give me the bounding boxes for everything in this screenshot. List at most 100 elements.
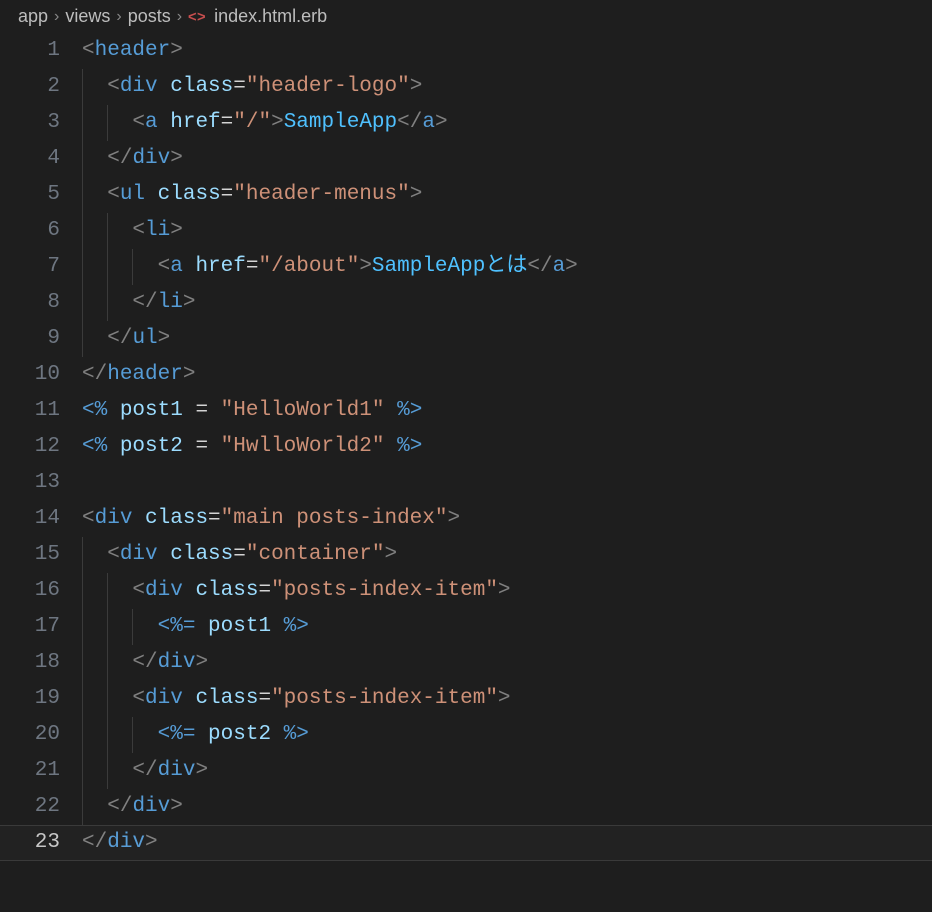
tok: </ — [107, 795, 132, 818]
tok: > — [410, 183, 423, 206]
line-number: 8 — [0, 285, 60, 321]
tok: > — [448, 507, 461, 530]
code-line[interactable]: </header> — [82, 357, 932, 393]
tok — [195, 615, 208, 638]
tok: < — [132, 219, 145, 242]
tok: href — [195, 255, 245, 278]
tok: class — [170, 75, 233, 98]
tok: "header-menus" — [233, 183, 409, 206]
tok — [107, 399, 120, 422]
line-number: 1 — [0, 33, 60, 69]
line-number: 19 — [0, 681, 60, 717]
line-number: 10 — [0, 357, 60, 393]
tok: = — [221, 111, 234, 134]
tok: header — [107, 363, 183, 386]
svg-text:<: < — [188, 9, 197, 25]
code-line[interactable]: </div> — [82, 825, 932, 861]
tok: %> — [284, 723, 309, 746]
code-line[interactable]: <a href="/">SampleApp</a> — [82, 105, 932, 141]
tok: "container" — [246, 543, 385, 566]
line-number: 14 — [0, 501, 60, 537]
chevron-right-icon: › — [177, 8, 182, 26]
code-line[interactable]: <ul class="header-menus"> — [82, 177, 932, 213]
code-editor[interactable]: 1 2 3 4 5 6 7 8 9 10 11 12 13 14 15 16 1… — [0, 33, 932, 861]
tok: "posts-index-item" — [271, 579, 498, 602]
tok: </ — [82, 363, 107, 386]
tok: < — [132, 111, 145, 134]
code-line[interactable]: </li> — [82, 285, 932, 321]
tok: a — [170, 255, 183, 278]
breadcrumb-segment[interactable]: views — [65, 6, 110, 27]
tok: > — [385, 543, 398, 566]
line-number: 23 — [0, 825, 60, 861]
line-number: 20 — [0, 717, 60, 753]
tok: < — [82, 39, 95, 62]
tok — [384, 399, 397, 422]
code-line[interactable]: <a href="/about">SampleAppとは</a> — [82, 249, 932, 285]
tok: = — [258, 687, 271, 710]
code-line[interactable]: <header> — [82, 33, 932, 69]
code-line[interactable]: </div> — [82, 141, 932, 177]
code-line[interactable]: <div class="header-logo"> — [82, 69, 932, 105]
tok: post1 — [120, 399, 183, 422]
tok: = — [246, 255, 259, 278]
tok: </ — [527, 255, 552, 278]
code-line[interactable]: <%= post2 %> — [82, 717, 932, 753]
code-line[interactable]: <li> — [82, 213, 932, 249]
tok: <% — [82, 435, 107, 458]
breadcrumb-segment[interactable]: app — [18, 6, 48, 27]
line-number: 18 — [0, 645, 60, 681]
tok: > — [170, 219, 183, 242]
tok: > — [183, 291, 196, 314]
line-number: 17 — [0, 609, 60, 645]
tok: > — [435, 111, 448, 134]
code-line[interactable]: <div class="container"> — [82, 537, 932, 573]
tok — [271, 723, 284, 746]
code-line[interactable]: <% post1 = "HelloWorld1" %> — [82, 393, 932, 429]
breadcrumb-file[interactable]: index.html.erb — [214, 6, 327, 27]
code-line[interactable]: </ul> — [82, 321, 932, 357]
tok: < — [107, 543, 120, 566]
code-line[interactable]: <div class="posts-index-item"> — [82, 573, 932, 609]
tok: a — [553, 255, 566, 278]
tok: header — [95, 39, 171, 62]
code-line[interactable]: </div> — [82, 753, 932, 789]
tok: > — [565, 255, 578, 278]
tok: class — [170, 543, 233, 566]
line-number: 11 — [0, 393, 60, 429]
tok: > — [359, 255, 372, 278]
tok: class — [195, 579, 258, 602]
tok: SampleAppとは — [372, 255, 527, 278]
tok: </ — [132, 291, 157, 314]
line-number: 21 — [0, 753, 60, 789]
tok: li — [158, 291, 183, 314]
code-line[interactable]: <div class="main posts-index"> — [82, 501, 932, 537]
tok: div — [120, 75, 158, 98]
code-line[interactable]: <%= post1 %> — [82, 609, 932, 645]
tok: > — [271, 111, 284, 134]
line-number: 6 — [0, 213, 60, 249]
tok: post1 — [208, 615, 271, 638]
code-line[interactable]: </div> — [82, 645, 932, 681]
tok: a — [422, 111, 435, 134]
chevron-right-icon: › — [54, 8, 59, 26]
tok: </ — [107, 327, 132, 350]
code-area[interactable]: <header> <div class="header-logo"> <a hr… — [82, 33, 932, 861]
tok: post2 — [120, 435, 183, 458]
tok: "/" — [233, 111, 271, 134]
code-line[interactable]: <div class="posts-index-item"> — [82, 681, 932, 717]
code-line[interactable]: <% post2 = "HwlloWorld2" %> — [82, 429, 932, 465]
line-number: 4 — [0, 141, 60, 177]
breadcrumb-segment[interactable]: posts — [128, 6, 171, 27]
code-line[interactable]: </div> — [82, 789, 932, 825]
tok: = — [221, 183, 234, 206]
tok: < — [132, 579, 145, 602]
tok: %> — [397, 435, 422, 458]
tok: "HelloWorld1" — [221, 399, 385, 422]
code-file-icon: <> — [188, 8, 206, 26]
chevron-right-icon: › — [116, 8, 121, 26]
tok: > — [158, 327, 171, 350]
code-line[interactable] — [82, 465, 932, 501]
tok: "/about" — [258, 255, 359, 278]
tok: = — [183, 399, 221, 422]
